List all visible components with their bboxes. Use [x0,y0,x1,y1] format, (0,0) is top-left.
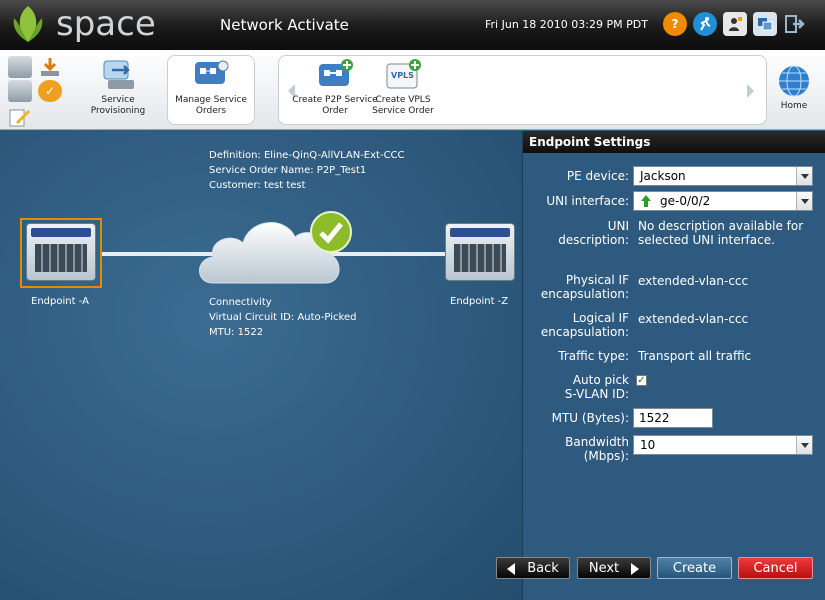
service-order-name-text: Service Order Name: P2P_Test1 [209,165,367,176]
user-icon[interactable] [723,12,747,36]
top-bar: space Network Activate Fri Jun 18 2010 0… [0,0,825,50]
service-provisioning-button[interactable]: Service Provisioning [75,58,161,117]
bandwidth-value: 10 [640,438,656,452]
windows-icon[interactable] [753,12,777,36]
manage-service-orders-label: Manage Service Orders [175,95,247,116]
header-icons: ? [663,12,807,36]
service-provisioning-label: Service Provisioning [90,95,146,116]
home-label: Home [780,101,808,111]
logical-if-value: extended-vlan-ccc [638,312,749,326]
bandwidth-select[interactable]: 10 [633,435,813,455]
logout-icon[interactable] [783,12,807,36]
create-label: Create [672,561,717,576]
logical-if-label: Logical IF encapsulation: [540,311,629,339]
next-button[interactable]: Next [577,557,651,579]
status-ok-icon [310,211,352,253]
pe-device-value: Jackson [640,169,686,183]
customer-text: Customer: test test [209,180,306,191]
help-icon[interactable]: ? [663,12,687,36]
virtual-circuit-text: Virtual Circuit ID: Auto-Picked [209,312,357,323]
uni-interface-value: ge-0/0/2 [660,194,711,208]
endpoint-z-device[interactable] [445,223,515,281]
leaf-logo-icon [13,6,43,42]
uni-description-value: No description available for selected UN… [638,219,804,247]
traffic-type-value: Transport all traffic [638,349,752,363]
service-info: Definition: Eline-QinQ-AllVLAN-Ext-CCC S… [209,148,405,193]
pe-device-select[interactable]: Jackson [633,166,813,186]
create-button[interactable]: Create [657,557,732,579]
create-vpls-label: Create VPLS Service Order [372,95,434,116]
mtu-input[interactable]: 1522 [633,408,713,428]
home-button[interactable]: Home [752,64,825,112]
space-logo: space [6,4,156,46]
traffic-type-label: Traffic type: [558,349,629,363]
endpoint-a-device[interactable] [26,223,96,281]
app-title: Network Activate [220,16,349,34]
create-vpls-button[interactable]: VPLS Create VPLS Service Order [360,58,446,117]
endpoint-settings-panel: Endpoint Settings PE device: Jackson UNI… [522,131,825,541]
connectivity-title: Connectivity [209,297,272,308]
back-button[interactable]: Back [496,557,570,579]
check-icon[interactable]: ✓ [38,80,62,102]
up-arrow-icon [641,195,651,207]
uni-interface-select[interactable]: ge-0/0/2 [633,191,813,211]
left-tool-icons: ✓ [6,54,64,128]
back-arrow-icon [507,562,516,575]
create-vpls-icon: VPLS [383,58,423,92]
uni-description-label: UNI description: [558,219,629,247]
refresh-db-icon[interactable] [8,80,32,102]
mtu-text: MTU: 1522 [209,327,264,338]
download-icon[interactable] [38,56,62,78]
database-icon[interactable] [8,56,32,78]
next-label: Next [588,561,620,576]
auto-pick-checkbox[interactable]: ✓ [636,375,647,386]
svg-text:VPLS: VPLS [391,71,414,80]
service-provisioning-icon [98,58,138,92]
pe-device-label: PE device: [566,169,629,183]
globe-icon [777,64,811,98]
mtu-label: MTU (Bytes): [551,411,629,425]
bandwidth-label: Bandwidth (Mbps): [565,435,629,463]
create-p2p-icon [315,58,355,92]
definition-text: Definition: Eline-QinQ-AllVLAN-Ext-CCC [209,150,405,161]
manage-service-orders-button[interactable]: Manage Service Orders [168,58,254,117]
connectivity-info: Connectivity Virtual Circuit ID: Auto-Pi… [209,295,356,340]
physical-if-label: Physical IF encapsulation: [540,273,629,301]
next-arrow-icon [631,562,640,575]
manage-orders-icon [191,58,231,92]
auto-pick-label: Auto pick S-VLAN ID: [564,373,629,401]
runner-icon[interactable] [693,12,717,36]
endpoint-z-label: Endpoint -Z [450,296,509,307]
cancel-label: Cancel [753,561,798,576]
edit-icon[interactable] [8,106,32,128]
cancel-button[interactable]: Cancel [738,557,813,579]
brand-name: space [56,4,156,44]
topology-canvas: Definition: Eline-QinQ-AllVLAN-Ext-CCC S… [0,131,522,600]
back-label: Back [527,561,559,576]
panel-title: Endpoint Settings [523,131,825,153]
uni-interface-label: UNI interface: [546,194,629,208]
chevron-down-icon[interactable] [796,436,812,454]
toolbar: ✓ Service Provisioning Manage Service Or… [0,50,825,130]
endpoint-a-label: Endpoint -A [31,296,89,307]
datetime: Fri Jun 18 2010 03:29 PM PDT [485,18,648,31]
chevron-down-icon[interactable] [796,167,812,185]
physical-if-value: extended-vlan-ccc [638,274,749,288]
chevron-down-icon[interactable] [796,192,812,210]
